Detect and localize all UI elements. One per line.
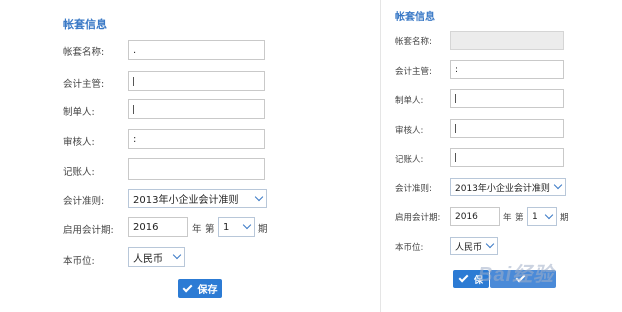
- chevron-down-icon: [172, 250, 182, 260]
- preparer-label: 制单人:: [395, 96, 424, 106]
- start-period-select[interactable]: 1: [218, 217, 255, 237]
- currency-label: 本币位:: [395, 243, 424, 253]
- account-name-input[interactable]: .: [128, 40, 265, 60]
- account-name-label: 帐套名称:: [395, 37, 432, 47]
- preparer-input[interactable]: [450, 89, 564, 108]
- accounting-standard-select[interactable]: 2013年小企业会计准则: [450, 178, 566, 196]
- save-button[interactable]: 保存: [178, 279, 222, 298]
- account-name-label: 帐套名称:: [63, 47, 105, 58]
- bookkeeper-input[interactable]: [450, 148, 564, 167]
- chevron-down-icon: [553, 180, 563, 190]
- bookkeeper-label: 记账人:: [395, 155, 424, 165]
- save-button-label: 保存: [197, 285, 218, 296]
- bookkeeper-input[interactable]: [128, 158, 265, 180]
- panel-divider: [380, 0, 381, 312]
- reviewer-input[interactable]: :: [128, 129, 265, 149]
- period-prefix-label: 第: [515, 213, 524, 223]
- text-cursor: [133, 104, 134, 114]
- section-title: 帐套信息: [63, 18, 107, 31]
- currency-select[interactable]: 人民币: [128, 247, 185, 267]
- bookkeeper-label: 记账人:: [63, 167, 95, 178]
- start-period-select[interactable]: 1: [527, 207, 557, 226]
- start-year-input[interactable]: 2016: [450, 207, 500, 226]
- preparer-input[interactable]: [128, 99, 265, 119]
- accounting-standard-label: 会计准则:: [63, 196, 105, 207]
- period-unit-label: 期: [560, 213, 569, 223]
- start-period-label: 启用会计期:: [63, 225, 114, 236]
- currency-select[interactable]: 人民币: [450, 237, 498, 255]
- preparer-label: 制单人:: [63, 107, 95, 118]
- chevron-down-icon: [254, 192, 264, 201]
- period-prefix-label: 第: [205, 224, 215, 235]
- chevron-down-icon: [485, 239, 495, 249]
- watermark-logo: Bai经验: [478, 264, 555, 286]
- period-unit-label: 期: [258, 224, 268, 235]
- chevron-down-icon: [544, 210, 554, 219]
- start-year-input[interactable]: 2016: [128, 217, 188, 237]
- text-cursor: [133, 76, 134, 86]
- reviewer-input[interactable]: [450, 119, 564, 138]
- year-unit-label: 年: [503, 213, 512, 223]
- supervisor-input[interactable]: [128, 71, 265, 91]
- supervisor-input[interactable]: :: [450, 60, 564, 79]
- text-cursor: [455, 94, 456, 103]
- supervisor-label: 会计主管:: [395, 67, 432, 77]
- chevron-down-icon: [242, 220, 252, 230]
- section-title: 帐套信息: [395, 12, 435, 23]
- reviewer-label: 审核人:: [395, 126, 424, 136]
- currency-label: 本币位:: [63, 256, 95, 267]
- year-unit-label: 年: [192, 224, 202, 235]
- supervisor-label: 会计主管:: [63, 79, 105, 90]
- text-cursor: [455, 124, 456, 133]
- start-period-label: 启用会计期:: [395, 213, 441, 223]
- text-cursor: [455, 153, 456, 162]
- accounting-standard-select[interactable]: 2013年小企业会计准则: [128, 189, 267, 208]
- account-name-input[interactable]: [450, 31, 564, 50]
- check-icon: [182, 282, 192, 292]
- reviewer-label: 审核人:: [63, 137, 95, 148]
- check-icon: [458, 272, 469, 283]
- accounting-standard-label: 会计准则:: [395, 184, 432, 194]
